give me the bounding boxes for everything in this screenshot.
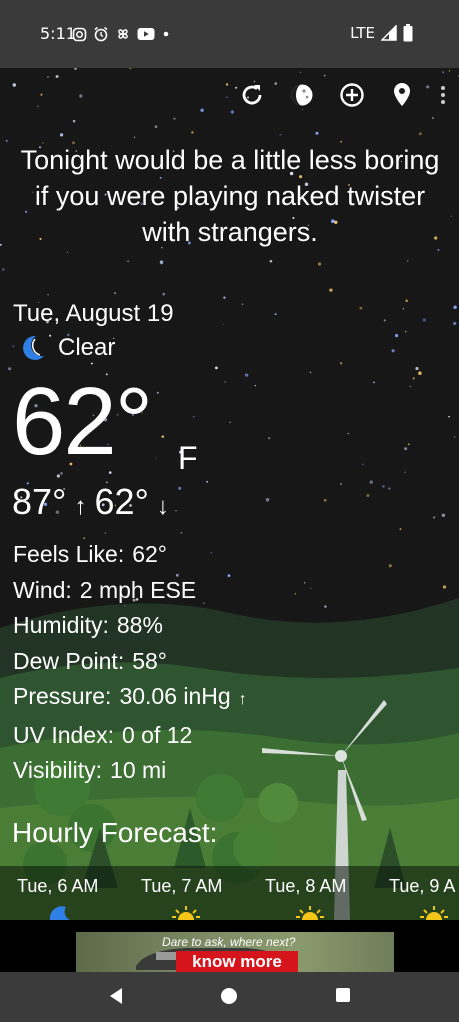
moon-icon [49, 906, 70, 920]
network-label: LTE [350, 24, 375, 42]
navigation-bar [0, 972, 459, 1022]
more-options-button[interactable] [437, 80, 449, 110]
refresh-icon [242, 85, 262, 105]
hourly-item-time: Tue, 7 AM [141, 876, 223, 896]
detail-label: Dew Point: [13, 647, 125, 674]
sun-icon [172, 906, 200, 920]
detail-row: Wind: 2 mph ESE [13, 573, 247, 609]
add-location-icon [340, 83, 364, 107]
home-button[interactable] [220, 987, 238, 1005]
add-location-button[interactable] [337, 80, 367, 110]
signal-icon [381, 25, 397, 41]
dot-icon [163, 31, 169, 37]
detail-row: Visibility: 10 mi [13, 753, 247, 789]
condition-row: Clear [18, 334, 115, 362]
toolbar [237, 80, 449, 110]
know-more-button[interactable]: know more [176, 951, 298, 972]
pressure-rising-icon: ↑ [238, 691, 247, 708]
condition-label: Clear [58, 334, 116, 361]
detail-label: Feels Like: [13, 541, 125, 567]
weather-details: Feels Like: 62° Wind: 2 mph ESE Humidity: 8… [13, 537, 247, 789]
sun-icon [420, 906, 448, 920]
more-vert-icon [441, 86, 445, 104]
detail-value: 0 of 12 [122, 721, 193, 748]
high-temperature: 87° [12, 481, 67, 522]
refresh-button[interactable] [237, 80, 267, 110]
sun-icon [296, 906, 324, 920]
ad-banner[interactable]: Dare to ask, where next? know more [76, 932, 394, 972]
youtube-icon [137, 28, 155, 40]
hourly-item-time: Tue, 6 AM [17, 876, 99, 896]
low-temperature: 62° [94, 481, 149, 522]
detail-value: 62° [132, 541, 167, 567]
current-temperature: 62° [12, 368, 153, 475]
detail-row: UV Index: 0 of 12 [13, 718, 247, 754]
detail-value: 10 mi [110, 757, 167, 783]
detail-row: Humidity: 88% [13, 608, 247, 644]
hourly-item-time: Tue, 9 A [389, 876, 456, 896]
arrow-up-icon: ↑ [74, 493, 87, 520]
ad-headline: Dare to ask, where next? [162, 935, 296, 949]
location-button[interactable] [387, 80, 417, 110]
weather-tagline: Tonight would be a little less boring if… [20, 145, 440, 247]
detail-row: Dew Point: 58° [13, 644, 247, 680]
detail-value: 2 mph ESE [79, 576, 197, 603]
arrow-down-icon: ↓ [156, 493, 169, 520]
detail-row: Pressure: 30.06 inHg ↑ [13, 679, 247, 718]
moon-phase-button[interactable] [287, 80, 317, 110]
instagram-icon [72, 27, 87, 41]
detail-label: Pressure: [13, 683, 112, 709]
back-button[interactable] [108, 987, 124, 1005]
hourly-forecast-title: Hourly Forecast: [12, 817, 218, 848]
status-right: LTE [350, 24, 413, 42]
detail-value: 58° [132, 647, 167, 674]
status-time: 5:11 [40, 24, 76, 43]
detail-label: Wind: [13, 576, 72, 603]
high-low: 87° ↑ 62° ↓ [12, 481, 169, 523]
detail-value: 88% [116, 612, 163, 638]
alarm-icon [94, 26, 108, 42]
detail-value: 30.06 inHg [119, 683, 231, 709]
recents-button[interactable] [335, 987, 351, 1003]
moon-phase-icon [291, 84, 313, 106]
temperature-unit: F [178, 440, 198, 476]
detail-label: Humidity: [13, 612, 109, 638]
pinwheel-icon [118, 29, 128, 39]
battery-icon [403, 24, 413, 42]
current-date: Tue, August 19 [13, 300, 174, 327]
detail-label: UV Index: [13, 721, 114, 748]
moon-icon [23, 335, 44, 360]
location-pin-icon [394, 83, 410, 106]
detail-label: Visibility: [13, 757, 103, 783]
hourly-item-time: Tue, 8 AM [265, 876, 347, 896]
status-bar: 5:11 LTE [0, 0, 459, 68]
detail-row: Feels Like: 62° [13, 537, 247, 573]
status-icons [72, 26, 171, 42]
